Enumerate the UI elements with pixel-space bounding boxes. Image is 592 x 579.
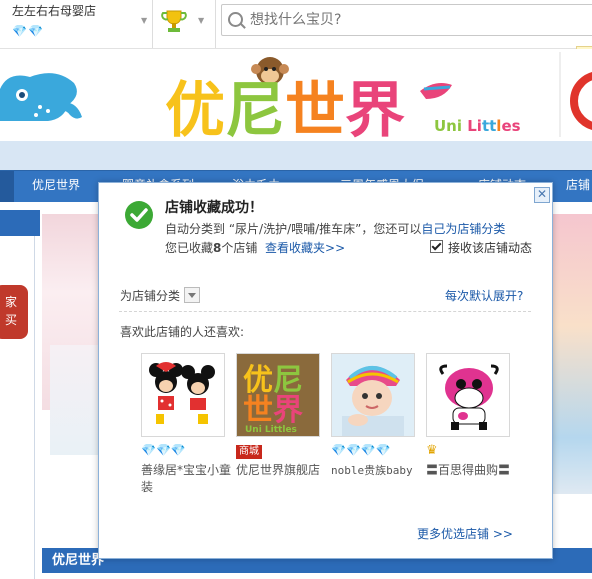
uni-littles-logo-image: 优尼 世界 Uni Littles (237, 354, 319, 436)
promo-tag[interactable]: 家 买 (0, 285, 28, 339)
favorites-count-text: 您已收藏8个店铺 查看收藏夹>> (165, 239, 345, 256)
banner-art: 优尼世界 Uni Littles (0, 52, 592, 146)
favorites-count-prefix: 您已收藏 (165, 241, 214, 255)
divider (215, 0, 216, 48)
nav-item-shop[interactable]: 店铺 (566, 176, 590, 193)
svg-text:Uni Littles: Uni Littles (434, 117, 521, 135)
section-title: 优尼世界 (52, 553, 105, 568)
view-favorites-link[interactable]: 查看收藏夹>> (265, 241, 345, 255)
favorite-success-dialog: ✕ 店铺收藏成功！ 自动分类到 “尿片/洗护/喂哺/推车床”，您还可以自己为店铺… (98, 182, 553, 559)
recommended-shop[interactable]: ♛ 〓百思得曲购〓 (426, 353, 518, 479)
tmall-icon: 商城 (236, 445, 262, 459)
shop-dropdown-icon[interactable]: ▼ (141, 12, 147, 26)
shop-rating-badge: ♛ (426, 443, 518, 459)
shop-name-link[interactable]: 〓百思得曲购〓 (426, 462, 518, 479)
svg-text:世界: 世界 (243, 393, 303, 428)
receive-updates-label[interactable]: 接收该店铺动态 (448, 239, 532, 256)
dialog-title: 店铺收藏成功！ (165, 200, 263, 216)
svg-text:优尼世界: 优尼世界 (165, 76, 405, 141)
nav-edge (0, 171, 14, 202)
product-image[interactable] (548, 214, 592, 494)
shop-name-link[interactable]: 优尼世界旗舰店 (236, 462, 328, 479)
mickey-minnie-image (142, 354, 224, 436)
more-shops-link[interactable]: 更多优选店铺 >> (417, 525, 513, 542)
trophy-dropdown-icon[interactable]: ▼ (198, 12, 204, 26)
default-expand-label[interactable]: 每次默认展开? (445, 289, 523, 303)
shop-name[interactable]: 左左右右母婴店 (12, 2, 96, 19)
shop-name-link[interactable]: 善缘居*宝宝小童装 (141, 462, 233, 496)
recommended-shop[interactable]: 优尼 世界 Uni Littles 商城 优尼世界旗舰店 (236, 353, 328, 479)
search-icon (228, 12, 243, 27)
shop-thumbnail[interactable] (141, 353, 225, 437)
divider (119, 311, 531, 312)
also-like-heading: 喜欢此店铺的人还喜欢: (120, 325, 245, 339)
recommended-shop[interactable]: 💎💎💎 善缘居*宝宝小童装 (141, 353, 233, 496)
shop-rating-badge: 💎💎💎 (141, 443, 233, 459)
cartoon-cow-image (427, 354, 509, 436)
shop-thumbnail[interactable]: 优尼 世界 Uni Littles (236, 353, 320, 437)
auto-category-label: 自动分类到 “尿片/洗护/喂哺/推车床”，您还可以 (165, 222, 422, 236)
divider (152, 0, 153, 48)
shop-name-label: 左左右右母婴店 (12, 4, 97, 18)
shop-name-link[interactable]: noble贵族baby (331, 462, 423, 479)
recommended-shop[interactable]: 💎💎💎💎 noble贵族baby (331, 353, 423, 479)
auto-category-text: 自动分类到 “尿片/洗护/喂哺/推车床”，您还可以自己为店铺分类 (165, 220, 505, 237)
promo-tag-label: 家 买 (4, 295, 17, 327)
shop-banner: 优尼世界 Uni Littles (0, 49, 592, 146)
search-input[interactable] (248, 8, 592, 32)
diamond-icon: 💎💎💎💎 (331, 443, 391, 457)
product-image[interactable] (50, 345, 102, 455)
baby-photo-image (332, 354, 414, 436)
success-check-icon (125, 201, 153, 229)
classify-dropdown-icon[interactable] (184, 287, 200, 303)
classify-label: 为店铺分类 (120, 289, 181, 303)
receive-updates-checkbox[interactable] (430, 240, 443, 253)
svg-text:Uni Littles: Uni Littles (245, 425, 297, 435)
favorites-count-suffix: 个店铺 (221, 241, 258, 255)
diamond-icon: 💎💎💎 (141, 443, 186, 457)
shop-thumbnail[interactable] (331, 353, 415, 437)
close-button[interactable]: ✕ (534, 187, 550, 203)
shop-rating-badge: 商城 (236, 443, 328, 459)
shop-rating-badge: 💎💎 (12, 24, 44, 38)
crown-icon: ♛ (426, 443, 438, 458)
shop-rating-badge: 💎💎💎💎 (331, 443, 423, 459)
nav-item-home[interactable]: 优尼世界 (32, 176, 80, 193)
close-icon: ✕ (536, 187, 548, 201)
custom-category-link[interactable]: 自己为店铺分类 (421, 222, 505, 236)
more-shops-label[interactable]: 更多优选店铺 >> (417, 527, 513, 541)
search-box[interactable] (221, 4, 592, 36)
shop-thumbnail[interactable] (426, 353, 510, 437)
trophy-icon[interactable] (160, 8, 188, 34)
elephant-icon (0, 73, 82, 121)
banner-stripe (0, 141, 592, 170)
default-expand-link[interactable]: 每次默认展开? (445, 287, 523, 304)
left-panel-header (0, 210, 40, 236)
